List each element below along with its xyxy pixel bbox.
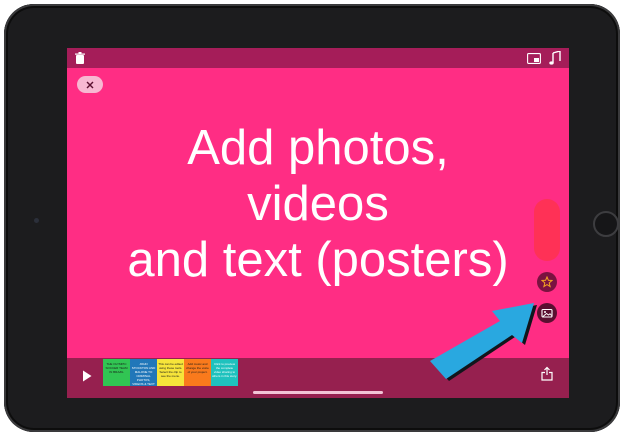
timeline-clip[interactable]: THE OLYMPIC SOCCER TEAM IN BRAZIL <box>103 359 130 386</box>
front-camera <box>34 218 39 223</box>
play-icon[interactable] <box>82 370 92 382</box>
timeline-clip[interactable]: This can be edited using these tools. Se… <box>157 359 184 386</box>
window-icon[interactable] <box>527 53 541 64</box>
poster-line-2: videos <box>247 177 389 231</box>
close-icon <box>86 81 94 88</box>
poster-text[interactable]: Add photos, videos and text (posters) <box>67 120 569 288</box>
photo-icon <box>541 308 553 318</box>
trash-icon[interactable] <box>75 52 85 64</box>
app-screen: Add photos, videos and text (posters) TH… <box>67 48 569 398</box>
timeline-clip[interactable]: JOHN STOCKTON AND MALONE TO CRIMINAL PHO… <box>130 359 157 386</box>
clip-timeline: THE OLYMPIC SOCCER TEAM IN BRAZIL JOHN S… <box>103 359 238 386</box>
home-indicator[interactable] <box>253 391 383 394</box>
timeline-clip[interactable]: Add music and change the voice of your p… <box>184 359 211 386</box>
home-button[interactable] <box>593 211 619 237</box>
top-toolbar <box>67 48 569 68</box>
star-icon <box>541 276 553 288</box>
timeline-clip[interactable]: Click to preview the complete video shar… <box>211 359 238 386</box>
music-icon[interactable] <box>549 51 561 65</box>
poster-line-3: and text (posters) <box>127 233 509 287</box>
share-icon[interactable] <box>541 366 553 381</box>
pointer-arrow <box>430 303 537 381</box>
poster-line-1: Add photos, <box>187 121 449 175</box>
close-button[interactable] <box>77 76 103 93</box>
sticker-button[interactable] <box>537 272 557 292</box>
color-picker-pill[interactable] <box>534 199 560 261</box>
